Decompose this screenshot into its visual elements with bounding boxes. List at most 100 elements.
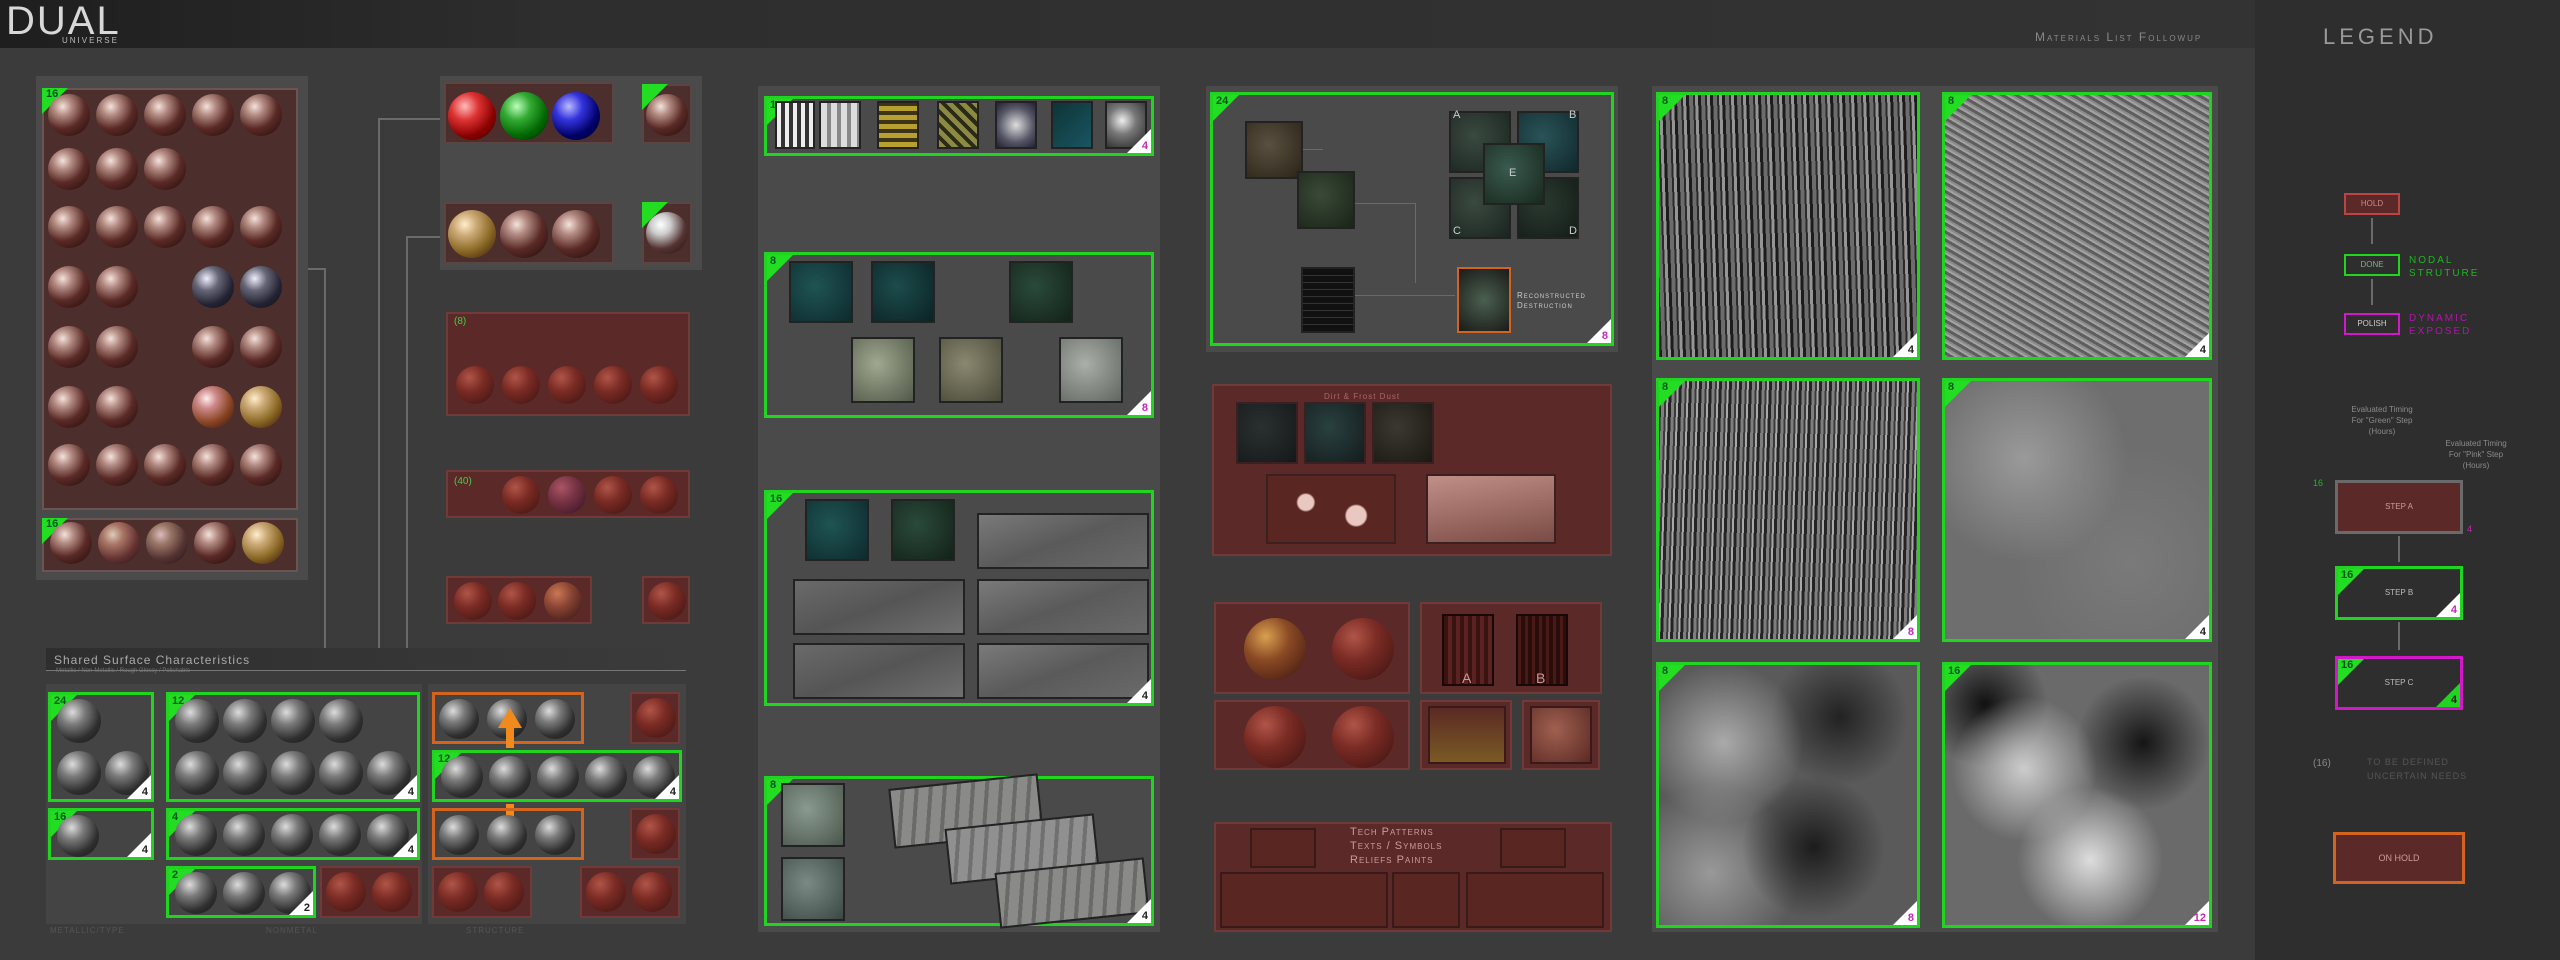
shared-bottom-right-2 [580,866,680,918]
g4-num: 4 [172,811,179,823]
g6-badge: 4 [669,786,676,798]
sphere [372,872,412,912]
texture-thumb [781,783,845,847]
pattern-block-3 [446,576,592,624]
connector [1355,203,1415,204]
g5-side [320,866,420,918]
sphere [537,756,579,798]
sphere [48,94,90,136]
sphere [144,206,186,248]
sphere [175,751,219,795]
sphere [192,444,234,486]
sphere [144,94,186,136]
step-b-box: 16 STEP B 4 [2335,566,2463,620]
texture-thumb [1392,872,1460,928]
b4-num: 8 [770,779,777,791]
tech-line-1: Tech Patterns [1350,826,1434,838]
quad-label-e: E [1509,167,1517,179]
connector [378,118,380,648]
connector [324,268,326,648]
sphere [96,444,138,486]
sphere [48,386,90,428]
sphere [454,582,492,620]
b2-badge: 8 [1141,402,1148,414]
sphere [57,751,101,795]
sphere [48,266,90,308]
header-bar [0,0,2255,48]
noise-tile: 8 8 [1656,662,1920,928]
g5-num: 2 [172,869,179,881]
sphere-detail-block-4 [1420,700,1512,770]
footer-label-metallic: METALLIC/TYPE [50,926,125,935]
orange-side-2 [630,808,680,860]
red-sphere [448,92,496,140]
sphere [1332,706,1394,768]
sphere [456,366,494,404]
colored-sphere-panel [440,76,702,270]
sphere [484,872,524,912]
g1-box: 24 4 [48,692,154,802]
sphere-detail-block-1 [1214,602,1410,694]
legend-title: LEGEND [2323,24,2438,49]
c4-b1-box: 24 A B C D E Reconstructed Destruction 8 [1210,92,1614,346]
sphere [223,814,265,856]
green-timing-line-1: Evaluated Timing [2351,405,2413,414]
texture-thumb [871,261,935,323]
pink-timing-text: Evaluated Timing For "Pink" Step (Hours) [2431,438,2521,471]
shared-title: Shared Surface Characteristics [54,653,251,667]
texture-thumb [781,857,845,921]
sphere [640,366,678,404]
texture-thumb [793,579,965,635]
sphere [192,326,234,368]
g3-badge: 4 [407,786,414,798]
hold-label: HOLD [2360,199,2384,208]
texture-thumb [1530,706,1592,764]
sphere-detail-block-3 [1214,700,1410,770]
sphere [192,386,234,428]
sphere [175,872,217,914]
connector [406,236,440,238]
orange-box-2 [432,808,584,860]
texture-thumb [1266,474,1396,544]
noise-tile: 8 4 [1942,92,2212,360]
sphere [594,476,632,514]
noise-texture [1945,665,2209,925]
sphere [319,751,363,795]
sphere [271,814,313,856]
logo-sub: UNIVERSE [62,36,119,45]
step-a-num: 16 [2313,478,2324,488]
texture-thumb [1245,121,1303,179]
nodal-label-2: STRUTURE [2409,268,2480,279]
sphere [48,148,90,190]
sphere [448,210,496,258]
sphere [439,815,479,855]
sphere [240,266,282,308]
tile-num: 8 [1948,381,1955,393]
legend-arrow-3 [2398,536,2400,562]
g5-box: 2 2 [166,866,316,918]
texture-thumb [995,101,1037,149]
tech-line-3: Reliefs Paints [1350,854,1434,866]
pattern-block-4 [642,576,690,624]
dirt-block: Dirt & Frost Dust [1212,384,1612,556]
sphere [242,522,284,564]
green-timing-line-3: (Hours) [2368,427,2396,436]
noise-texture [1945,95,2209,357]
g2-badge: 4 [141,844,148,856]
shared-bottom-right-1 [432,866,532,918]
sphere [535,699,575,739]
sphere [240,326,282,368]
blue-sphere [552,92,600,140]
page-title: Materials List Followup [2035,30,2203,44]
step-c-badge: 4 [2450,694,2457,706]
sphere [498,582,536,620]
sphere [223,699,267,743]
texture-thumb [819,101,861,149]
green-timing-text: Evaluated Timing For "Green" Step (Hours… [2337,404,2427,437]
sphere [1332,618,1394,680]
texture-thumb [775,101,815,149]
sphere [240,206,282,248]
sphere [96,386,138,428]
tbd-text-1: TO BE DEFINED [2367,757,2449,767]
noise-tile: 8 4 [1656,92,1920,360]
